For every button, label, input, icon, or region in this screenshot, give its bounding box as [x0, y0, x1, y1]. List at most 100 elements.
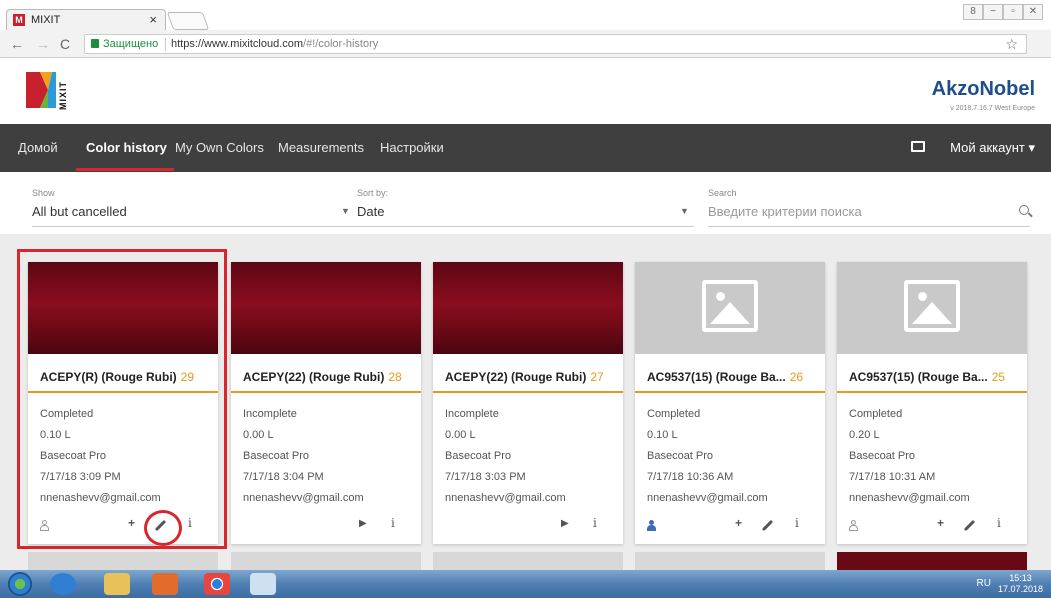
next-card-row	[837, 552, 1027, 570]
nav-item-settings[interactable]: Настройки	[380, 140, 444, 155]
card-title[interactable]: ACEPY(22) (Rouge Rubi) 27	[445, 370, 615, 384]
info-icon[interactable]: i	[795, 516, 799, 530]
card-divider	[231, 391, 421, 393]
internet-explorer-icon[interactable]	[50, 573, 76, 595]
explorer-folder-icon[interactable]	[104, 573, 130, 595]
new-tab-button[interactable]	[166, 12, 210, 30]
placeholder-sun	[918, 292, 927, 301]
image-placeholder[interactable]	[837, 262, 1027, 354]
placeholder-mountain	[710, 302, 750, 324]
sort-chevron-down-icon[interactable]: ▼	[680, 206, 689, 216]
color-card[interactable]: AC9537(15) (Rouge Ba... 25 Completed 0.20 L…	[837, 262, 1027, 544]
paint-icon[interactable]	[250, 573, 276, 595]
card-volume: 0.00 L	[445, 429, 476, 441]
app-header: MIXIT AkzoNobel v 2018.7.16.7 West Europ…	[0, 58, 1051, 124]
play-icon[interactable]: ▶	[561, 518, 569, 529]
maximize-button[interactable]: ▫	[1003, 4, 1023, 20]
language-indicator[interactable]: RU	[977, 578, 991, 589]
nav-item-home[interactable]: Домой	[18, 140, 58, 155]
close-window-button[interactable]: ✕	[1023, 4, 1043, 20]
sort-underline	[357, 226, 694, 227]
card-number: 26	[789, 370, 804, 384]
info-icon[interactable]: i	[593, 516, 597, 530]
brush-icon[interactable]	[761, 519, 774, 532]
media-player-icon[interactable]	[152, 573, 178, 595]
secure-label: Защищено	[103, 38, 159, 50]
brush-icon[interactable]	[963, 519, 976, 532]
card-datetime: 7/17/18 10:36 AM	[647, 471, 734, 483]
card-title[interactable]: AC9537(15) (Rouge Ba... 26	[647, 370, 817, 384]
card-product: Basecoat Pro	[849, 450, 916, 462]
highlight-circle	[144, 510, 182, 546]
image-placeholder-icon	[702, 280, 758, 332]
next-card-row	[433, 552, 623, 570]
clock[interactable]: 15:13 17.07.2018	[998, 573, 1043, 595]
play-icon[interactable]: ▶	[359, 518, 367, 529]
card-product: Basecoat Pro	[647, 450, 714, 462]
minimize-button[interactable]: −	[983, 4, 1003, 20]
reload-icon[interactable]: C	[60, 36, 70, 52]
tab-close-icon[interactable]: ×	[149, 12, 157, 27]
back-arrow-icon[interactable]: ←	[10, 36, 24, 52]
card-product: Basecoat Pro	[243, 450, 310, 462]
info-icon[interactable]: i	[997, 516, 1001, 530]
nav-item-measurements[interactable]: Measurements	[278, 140, 364, 155]
tab-title: MIXIT	[31, 14, 61, 26]
info-icon[interactable]: i	[391, 516, 395, 530]
browser-tab[interactable]: M MIXIT ×	[6, 9, 166, 30]
color-card[interactable]: AC9537(15) (Rouge Ba... 26 Completed 0.10 L…	[635, 262, 825, 544]
card-title-text: ACEPY(22) (Rouge Rubi)	[445, 370, 587, 384]
search-icon[interactable]	[1019, 205, 1029, 215]
color-card[interactable]: ACEPY(22) (Rouge Rubi) 27 Incomplete 0.00 L…	[433, 262, 623, 544]
next-card-row	[635, 552, 825, 570]
color-swatch[interactable]	[433, 262, 623, 354]
account-menu[interactable]: Мой аккаунт ▾	[950, 140, 1035, 156]
forward-arrow-icon[interactable]: →	[36, 36, 50, 52]
user-profile-button[interactable]: 8	[963, 4, 983, 20]
placeholder-mountain	[912, 302, 952, 324]
url-text: https://www.mixitcloud.com/#!/color-hist…	[171, 38, 378, 50]
image-placeholder[interactable]	[635, 262, 825, 354]
nav-item-my-own-colors[interactable]: My Own Colors	[175, 140, 264, 155]
user-icon-body	[647, 525, 656, 531]
plus-icon[interactable]: +	[735, 516, 742, 530]
user-icon[interactable]	[647, 520, 656, 531]
browser-tabstrip: M MIXIT × 8 − ▫ ✕	[0, 0, 1051, 30]
mixit-favicon-icon: M	[13, 14, 25, 26]
color-card[interactable]: ACEPY(22) (Rouge Rubi) 28 Incomplete 0.00 L…	[231, 262, 421, 544]
color-swatch[interactable]	[231, 262, 421, 354]
lock-icon	[91, 39, 99, 48]
start-button[interactable]	[8, 572, 32, 596]
image-placeholder-icon	[904, 280, 960, 332]
search-input[interactable]: Введите критерии поиска	[708, 204, 862, 219]
plus-icon[interactable]: +	[937, 516, 944, 530]
card-volume: 0.00 L	[243, 429, 274, 441]
card-volume: 0.10 L	[647, 429, 678, 441]
sort-select[interactable]: Date	[357, 204, 384, 219]
card-status: Completed	[647, 408, 701, 420]
omnibox-divider	[165, 38, 166, 51]
card-divider	[837, 391, 1027, 393]
url-field[interactable]: Защищено https://www.mixitcloud.com/#!/c…	[84, 34, 1027, 54]
chrome-icon[interactable]	[204, 573, 230, 595]
card-user: nnenashevv@gmail.com	[647, 492, 768, 504]
show-underline	[32, 226, 357, 227]
card-title[interactable]: ACEPY(22) (Rouge Rubi) 28	[243, 370, 413, 384]
user-icon[interactable]	[849, 520, 858, 531]
card-datetime: 7/17/18 3:04 PM	[243, 471, 324, 483]
show-chevron-down-icon[interactable]: ▼	[341, 206, 350, 216]
show-label: Show	[32, 188, 55, 198]
window-controls: 8 − ▫ ✕	[963, 4, 1043, 20]
active-tab-underline	[76, 168, 174, 171]
clock-time: 15:13	[1009, 573, 1032, 583]
monitor-icon[interactable]	[911, 141, 925, 152]
bookmark-star-icon[interactable]: ☆	[1005, 36, 1018, 53]
show-select[interactable]: All but cancelled	[32, 204, 127, 219]
card-title-text: AC9537(15) (Rouge Ba...	[647, 370, 786, 384]
card-datetime: 7/17/18 3:03 PM	[445, 471, 526, 483]
card-title[interactable]: AC9537(15) (Rouge Ba... 25	[849, 370, 1019, 384]
card-user: nnenashevv@gmail.com	[849, 492, 970, 504]
search-label: Search	[708, 188, 737, 198]
nav-item-color-history[interactable]: Color history	[86, 140, 167, 155]
card-actions: ▶ i	[433, 516, 623, 538]
